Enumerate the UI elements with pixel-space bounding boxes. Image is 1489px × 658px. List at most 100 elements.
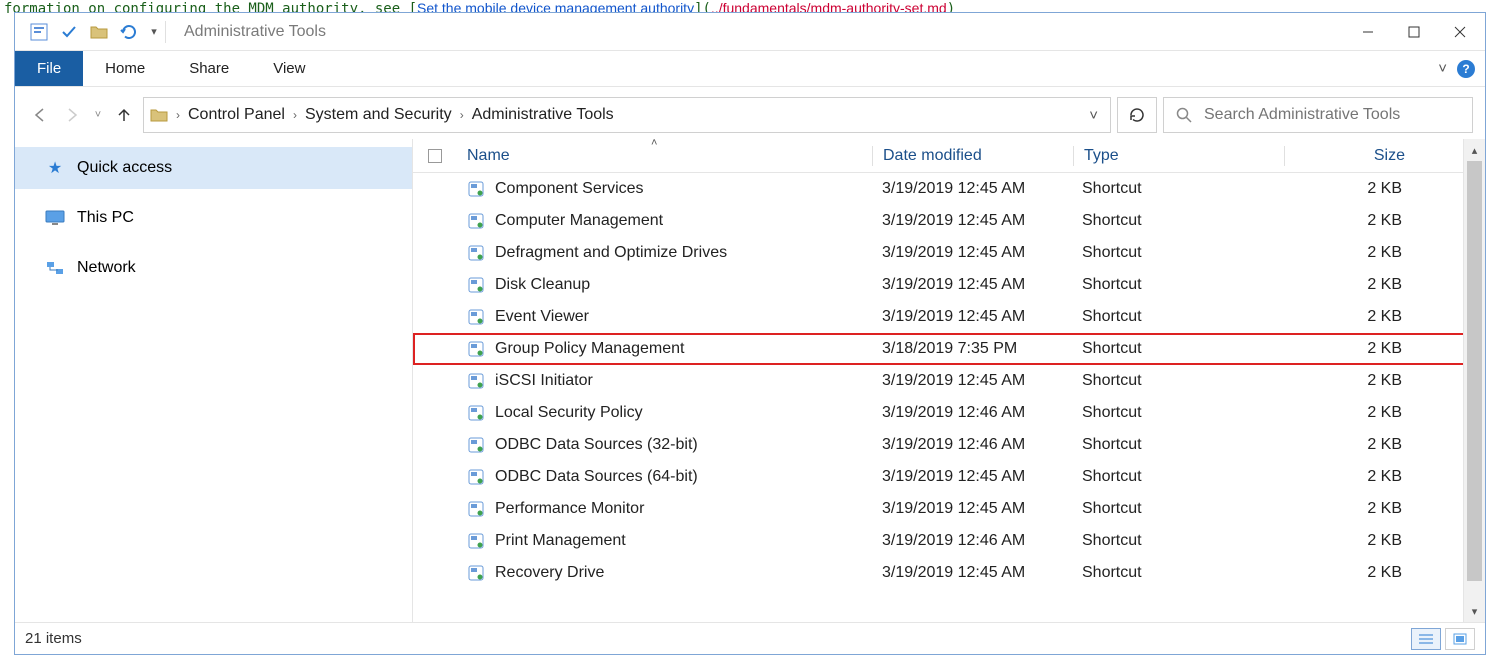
- refresh-button[interactable]: [1117, 97, 1157, 133]
- star-icon: ★: [45, 158, 65, 178]
- up-button[interactable]: [111, 102, 137, 128]
- file-name: Local Security Policy: [495, 404, 643, 422]
- search-icon: [1176, 107, 1192, 123]
- file-size: 2 KB: [1282, 468, 1442, 486]
- select-all-checkbox[interactable]: [428, 149, 442, 163]
- file-row[interactable]: Defragment and Optimize Drives 3/19/2019 …: [413, 237, 1485, 269]
- file-name: Defragment and Optimize Drives: [495, 244, 727, 262]
- file-row[interactable]: Local Security Policy 3/19/2019 12:46 AMS…: [413, 397, 1485, 429]
- file-size: 2 KB: [1282, 244, 1442, 262]
- minimize-button[interactable]: [1345, 16, 1391, 48]
- share-tab[interactable]: Share: [167, 51, 251, 86]
- file-type: Shortcut: [1072, 180, 1282, 198]
- expand-ribbon-button[interactable]: ˅: [1438, 60, 1447, 77]
- file-date: 3/19/2019 12:45 AM: [872, 212, 1072, 230]
- titlebar: ▾ Administrative Tools: [15, 13, 1485, 51]
- file-row[interactable]: Component Services3/19/2019 12:45 AMShor…: [413, 173, 1485, 205]
- sidebar-item-network[interactable]: Network: [15, 247, 412, 289]
- file-size: 2 KB: [1282, 404, 1442, 422]
- back-button[interactable]: [27, 102, 53, 128]
- file-row[interactable]: Disk Cleanup3/19/2019 12:45 AMShortcut2 …: [413, 269, 1485, 301]
- breadcrumb: Control Panel › System and Security › Ad…: [188, 106, 614, 124]
- file-row[interactable]: Print Management3/19/2019 12:46 AMShortc…: [413, 525, 1485, 557]
- file-date: 3/19/2019 12:45 AM: [872, 468, 1072, 486]
- column-header-name[interactable]: Name: [457, 147, 872, 165]
- file-size: 2 KB: [1282, 276, 1442, 294]
- status-bar: 21 items: [15, 622, 1485, 654]
- sidebar-item-quick-access[interactable]: ★ Quick access: [15, 147, 412, 189]
- column-header-size[interactable]: Size: [1285, 147, 1445, 165]
- home-tab[interactable]: Home: [83, 51, 167, 86]
- file-name: Component Services: [495, 180, 644, 198]
- chevron-right-icon[interactable]: ›: [293, 108, 297, 122]
- file-type: Shortcut: [1072, 244, 1282, 262]
- file-date: 3/18/2019 7:35 PM: [872, 340, 1072, 358]
- file-row[interactable]: Performance Monitor 3/19/2019 12:45 AMSho…: [413, 493, 1485, 525]
- sidebar-item-this-pc[interactable]: This PC: [15, 197, 412, 239]
- forward-button[interactable]: [59, 102, 85, 128]
- file-type: Shortcut: [1072, 404, 1282, 422]
- file-row[interactable]: Event Viewer3/19/2019 12:45 AMShortcut2 …: [413, 301, 1485, 333]
- folder-icon: [150, 106, 168, 124]
- column-header-date[interactable]: Date modified: [873, 147, 1073, 165]
- scroll-down-button[interactable]: ▾: [1464, 600, 1485, 622]
- column-header-type[interactable]: Type: [1074, 147, 1284, 165]
- separator: [165, 21, 166, 43]
- file-name: Performance Monitor: [495, 500, 644, 518]
- help-button[interactable]: ?: [1457, 60, 1475, 78]
- search-box[interactable]: [1163, 97, 1473, 133]
- file-date: 3/19/2019 12:45 AM: [872, 564, 1072, 582]
- view-tab[interactable]: View: [251, 51, 327, 86]
- navigation-pane: ★ Quick access This PC Network: [15, 139, 413, 622]
- breadcrumb-item[interactable]: System and Security: [305, 106, 452, 124]
- qat-checkmark-icon[interactable]: [57, 20, 81, 44]
- window-title: Administrative Tools: [184, 23, 326, 41]
- sidebar-item-label: Quick access: [77, 159, 172, 177]
- thumbnails-view-button[interactable]: [1445, 628, 1475, 650]
- qat-customize-dropdown[interactable]: ▾: [147, 20, 161, 44]
- ribbon-tabs: File Home Share View ˅ ?: [15, 51, 1485, 87]
- file-date: 3/19/2019 12:46 AM: [872, 532, 1072, 550]
- file-size: 2 KB: [1282, 500, 1442, 518]
- file-row[interactable]: Computer Management3/19/2019 12:45 AMSho…: [413, 205, 1485, 237]
- file-row[interactable]: Recovery Drive3/19/2019 12:45 AMShortcut…: [413, 557, 1485, 589]
- maximize-button[interactable]: [1391, 16, 1437, 48]
- file-list-pane: ˄ Name Date modified Type Size Component…: [413, 139, 1485, 622]
- file-size: 2 KB: [1282, 564, 1442, 582]
- search-input[interactable]: [1202, 105, 1460, 125]
- sort-ascending-icon: ˄: [651, 137, 657, 149]
- undo-button[interactable]: [117, 20, 141, 44]
- file-row[interactable]: ODBC Data Sources (64-bit)3/19/2019 12:4…: [413, 461, 1485, 493]
- file-tab[interactable]: File: [15, 51, 83, 86]
- qat-newfolder-button[interactable]: [87, 20, 111, 44]
- navigation-row: ˅ › Control Panel › System and Security …: [15, 87, 1485, 143]
- file-size: 2 KB: [1282, 340, 1442, 358]
- file-size: 2 KB: [1282, 308, 1442, 326]
- scroll-up-button[interactable]: ▴: [1464, 139, 1485, 161]
- file-row[interactable]: ODBC Data Sources (32-bit)3/19/2019 12:4…: [413, 429, 1485, 461]
- file-row[interactable]: iSCSI Initiator3/19/2019 12:45 AMShortcu…: [413, 365, 1485, 397]
- chevron-right-icon[interactable]: ›: [460, 108, 464, 122]
- breadcrumb-item[interactable]: Control Panel: [188, 106, 285, 124]
- scroll-thumb[interactable]: [1467, 161, 1482, 581]
- file-date: 3/19/2019 12:45 AM: [872, 308, 1072, 326]
- file-date: 3/19/2019 12:46 AM: [872, 436, 1072, 454]
- file-date: 3/19/2019 12:45 AM: [872, 500, 1072, 518]
- file-row[interactable]: Group Policy Management3/18/2019 7:35 PM…: [413, 333, 1485, 365]
- file-size: 2 KB: [1282, 532, 1442, 550]
- address-dropdown[interactable]: ˅: [1083, 107, 1104, 124]
- details-view-button[interactable]: [1411, 628, 1441, 650]
- file-type: Shortcut: [1072, 500, 1282, 518]
- address-bar[interactable]: › Control Panel › System and Security › …: [143, 97, 1111, 133]
- close-button[interactable]: [1437, 16, 1483, 48]
- recent-dropdown[interactable]: ˅: [91, 102, 105, 128]
- chevron-right-icon[interactable]: ›: [176, 108, 180, 122]
- file-date: 3/19/2019 12:45 AM: [872, 244, 1072, 262]
- file-type: Shortcut: [1072, 436, 1282, 454]
- file-type: Shortcut: [1072, 372, 1282, 390]
- file-date: 3/19/2019 12:46 AM: [872, 404, 1072, 422]
- scrollbar[interactable]: ▴ ▾: [1463, 139, 1485, 622]
- breadcrumb-item[interactable]: Administrative Tools: [472, 106, 614, 124]
- qat-properties-button[interactable]: [27, 20, 51, 44]
- file-name: Computer Management: [495, 212, 663, 230]
